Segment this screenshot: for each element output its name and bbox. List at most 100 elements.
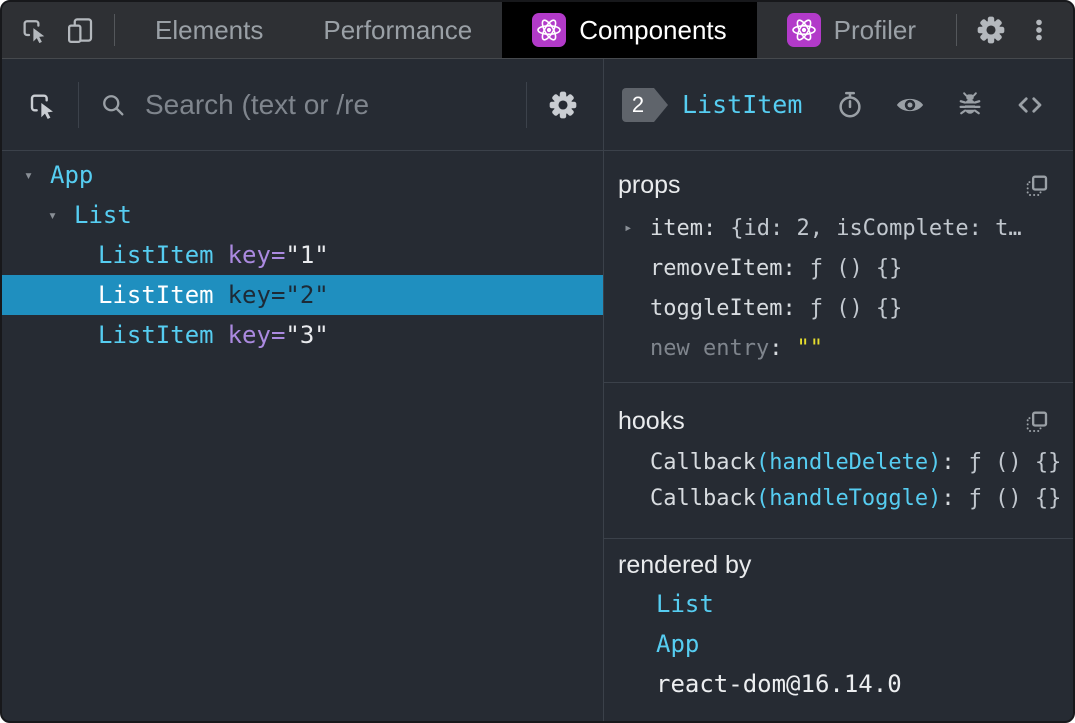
props-section-title: props	[618, 171, 681, 199]
prop-value[interactable]: ƒ () {}	[810, 296, 903, 321]
react-icon	[786, 13, 821, 47]
renderer-version: react-dom@16.14.0	[656, 670, 902, 698]
devtools-window: Elements Performance Components Profiler…	[0, 0, 1075, 723]
copy-icon	[1023, 408, 1051, 436]
hook-value[interactable]: ƒ () {}	[969, 486, 1062, 511]
key-value: "1"	[285, 241, 329, 269]
toolbar-divider	[526, 81, 527, 128]
prop-value[interactable]: {id: 2, isComplete: t…	[730, 216, 1021, 241]
bug-icon	[955, 90, 985, 120]
inspected-element-header: 2 ListItem	[604, 59, 1073, 151]
key-attribute: key=	[227, 281, 286, 309]
new-entry-value[interactable]: ""	[796, 336, 823, 361]
hooks-section: hooks Callback (handleDelete): ƒ () {} C…	[604, 383, 1073, 539]
stopwatch-icon	[835, 90, 865, 120]
log-to-console-button[interactable]	[955, 90, 985, 120]
prop-value[interactable]: ƒ () {}	[810, 256, 903, 281]
prop-row-toggleitem[interactable]: toggleItem: ƒ () {}	[604, 288, 1073, 328]
rendered-by-item: List	[604, 584, 1073, 624]
gear-icon	[975, 14, 1007, 46]
view-source-button[interactable]	[1013, 90, 1047, 120]
devtools-menu-button[interactable]	[1015, 15, 1063, 45]
select-component-button[interactable]	[26, 89, 58, 121]
hook-name: Callback	[650, 485, 756, 511]
inspected-element-pane: 2 ListItem props ▸ item: {id: 2, isComp…	[604, 59, 1073, 721]
prop-name: toggleItem	[650, 295, 783, 321]
copy-hooks-button[interactable]	[1023, 408, 1051, 436]
prop-name: removeItem	[650, 255, 783, 281]
toolbar-divider	[78, 81, 79, 128]
prop-row-item[interactable]: ▸ item: {id: 2, isComplete: t…	[604, 208, 1073, 248]
tree-row-listitem-3[interactable]: ListItem key= "3"	[2, 315, 603, 355]
key-value: "2"	[285, 281, 329, 309]
prop-row-removeitem[interactable]: removeItem: ƒ () {}	[604, 248, 1073, 288]
colon: :	[702, 215, 717, 241]
element-index-badge: 2	[622, 87, 668, 122]
search-box	[99, 87, 506, 122]
colon: :	[769, 335, 783, 361]
inspect-dom-button[interactable]	[893, 90, 927, 120]
component-tree: ▾ App ▾ List ListItem key= "1" ListItem key…	[2, 151, 603, 355]
owner-link-app[interactable]: App	[656, 630, 699, 658]
tab-components[interactable]: Components	[502, 2, 757, 58]
eye-icon	[893, 90, 927, 120]
component-name: App	[50, 161, 94, 189]
tab-label: Components	[579, 14, 727, 45]
hook-arg: (handleToggle)	[755, 485, 942, 511]
key-attribute: key=	[227, 241, 286, 269]
prop-row-new-entry[interactable]: new entry: ""	[604, 328, 1073, 368]
key-value: "3"	[285, 321, 329, 349]
colon: :	[941, 449, 955, 475]
tab-performance[interactable]: Performance	[293, 2, 502, 58]
props-section: props ▸ item: {id: 2, isComplete: t… rem…	[604, 151, 1073, 383]
colon: :	[782, 295, 796, 321]
suspense-toggle-button[interactable]	[835, 90, 865, 120]
tab-profiler[interactable]: Profiler	[757, 2, 946, 58]
rendered-by-item: App	[604, 624, 1073, 664]
devtools-tabbar: Elements Performance Components Profiler	[2, 2, 1073, 59]
key-attribute: key=	[227, 321, 286, 349]
tab-label: Profiler	[833, 14, 916, 45]
search-icon	[99, 91, 127, 119]
colon: :	[782, 255, 796, 281]
tree-pane: ▾ App ▾ List ListItemkey="1" ListItemkey…	[2, 59, 604, 721]
rendered-by-title: rendered by	[618, 551, 752, 579]
selected-component-title: ListItem	[682, 90, 803, 119]
tabbar-divider	[114, 14, 115, 46]
hook-value[interactable]: ƒ () {}	[969, 450, 1062, 475]
tree-toolbar	[2, 59, 603, 151]
component-name: ListItem	[98, 241, 214, 269]
tree-row-app[interactable]: ▾ App	[2, 155, 603, 195]
device-toolbar-icon	[66, 15, 96, 45]
hook-row-handledelete[interactable]: Callback (handleDelete): ƒ () {}	[604, 444, 1073, 480]
tab-elements[interactable]: Elements	[125, 2, 293, 58]
components-panel: ▾ App ▾ List ListItemkey="1" ListItemkey…	[2, 59, 1073, 721]
copy-icon	[1023, 172, 1051, 200]
tree-row-listitem-1[interactable]: ListItem key= "1"	[2, 235, 603, 275]
inspect-icon	[26, 89, 58, 121]
hook-arg: (handleDelete)	[755, 449, 942, 475]
owner-link-list[interactable]: List	[656, 590, 714, 618]
tab-label: Elements	[154, 14, 264, 45]
copy-props-button[interactable]	[1023, 172, 1051, 200]
tree-row-list[interactable]: ▾ List	[2, 195, 603, 235]
tree-row-listitem-2-selected[interactable]: ListItem key= "2"	[2, 275, 603, 315]
hook-row-handletoggle[interactable]: Callback (handleToggle): ƒ () {}	[604, 480, 1073, 516]
prop-name: item	[650, 215, 703, 241]
component-name: ListItem	[98, 321, 214, 349]
device-toolbar-button[interactable]	[57, 2, 104, 58]
rendered-by-section: rendered by List App react-dom@16.14.0	[604, 539, 1073, 721]
devtools-settings-button[interactable]	[967, 14, 1015, 46]
expand-arrow-icon[interactable]: ▾	[24, 166, 50, 184]
expand-arrow-icon[interactable]: ▾	[48, 206, 74, 224]
code-brackets-icon	[1013, 90, 1047, 120]
component-name: List	[74, 201, 132, 229]
view-settings-button[interactable]	[547, 89, 579, 121]
expand-arrow-icon[interactable]: ▸	[624, 220, 632, 236]
new-entry-name[interactable]: new entry	[650, 336, 769, 361]
component-name: ListItem	[98, 281, 214, 309]
react-icon	[532, 13, 567, 47]
search-input[interactable]	[143, 87, 506, 122]
gear-icon	[547, 89, 579, 121]
inspect-element-button[interactable]	[10, 2, 57, 58]
